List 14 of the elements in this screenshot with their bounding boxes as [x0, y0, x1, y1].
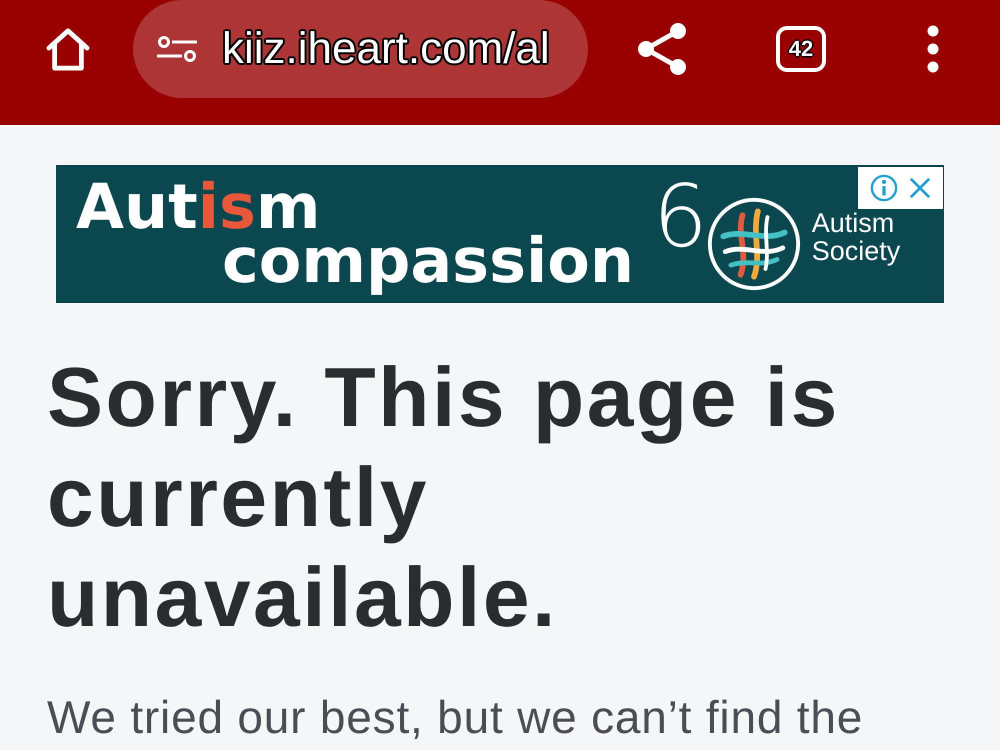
url-text: kiiz.iheart.com/al — [222, 24, 550, 74]
home-icon[interactable] — [45, 27, 91, 71]
error-message: We tried our best, but we can’t find the — [47, 691, 864, 743]
error-heading: Sorry. This page is currently unavailable. — [47, 349, 841, 646]
share-icon[interactable] — [637, 21, 687, 77]
tab-count-button[interactable]: 42 — [776, 26, 826, 72]
info-icon[interactable] — [870, 174, 898, 202]
sliders-icon[interactable] — [157, 36, 197, 62]
woven-ring-icon — [706, 196, 802, 292]
menu-icon[interactable] — [927, 25, 939, 73]
close-icon[interactable] — [909, 177, 932, 199]
brand-name: Autism Society — [812, 209, 902, 265]
address-bar[interactable]: kiiz.iheart.com/al — [133, 0, 588, 98]
emblem-numeral: 6 — [653, 178, 708, 256]
